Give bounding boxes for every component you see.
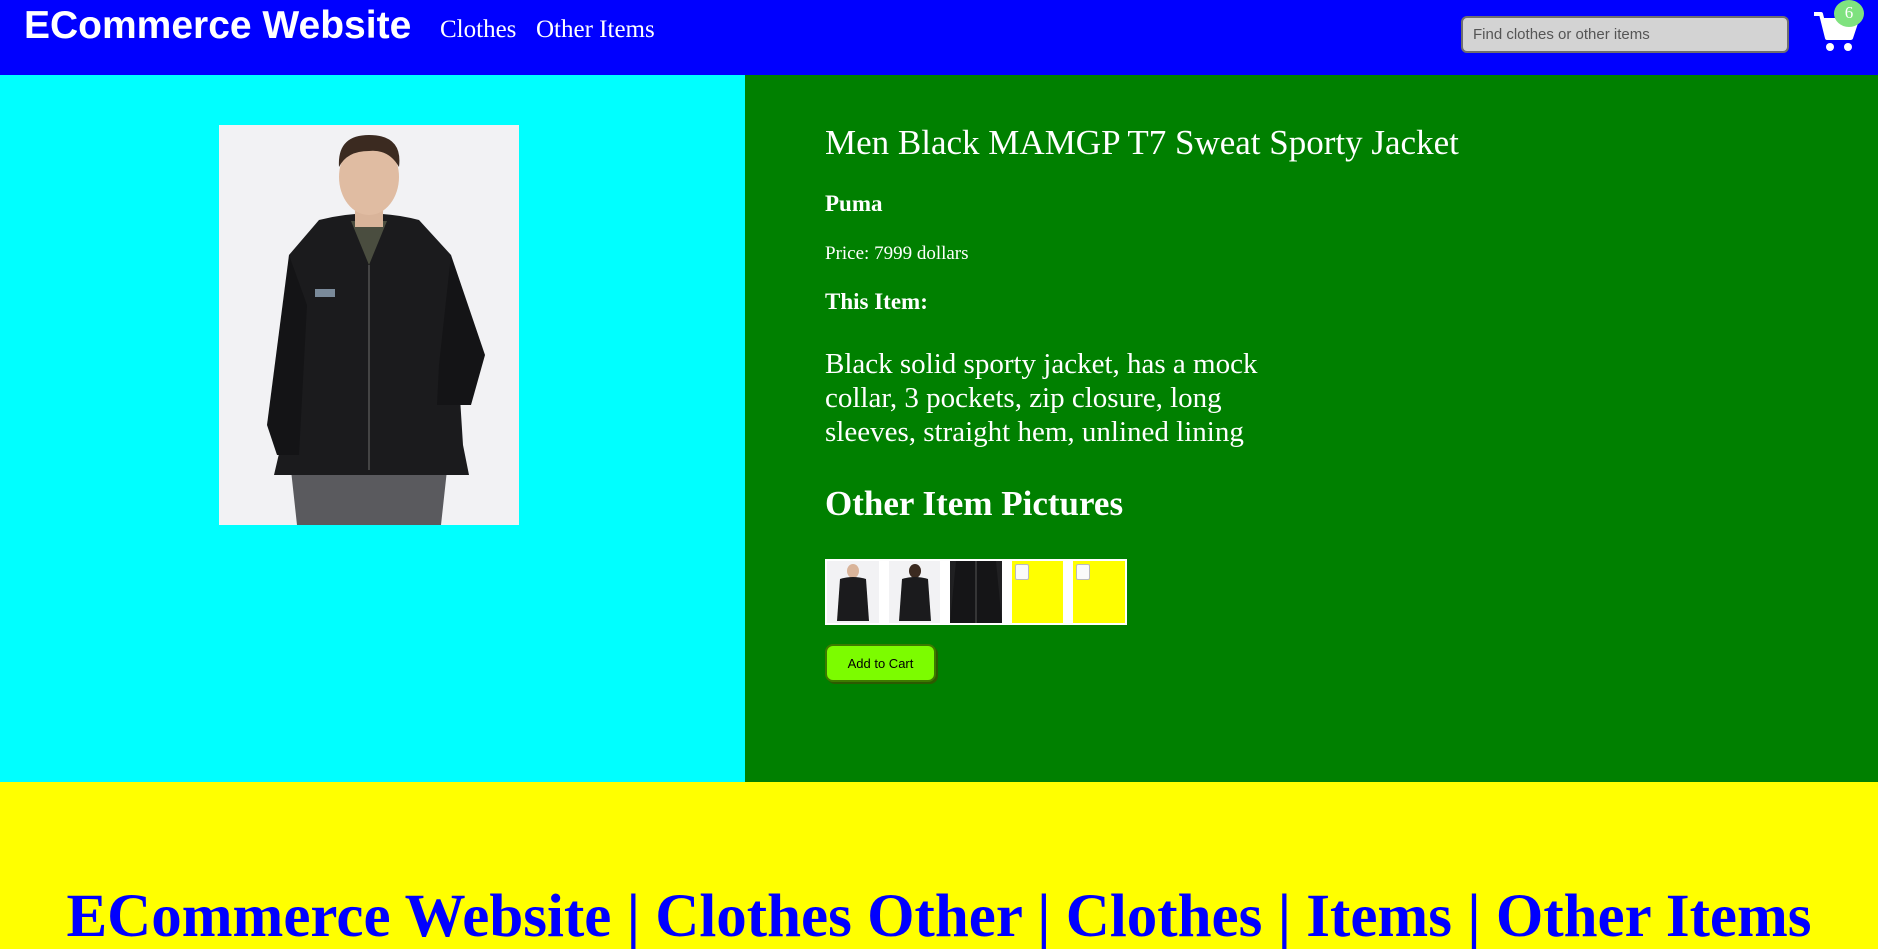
- product-price: Price: 7999 dollars: [825, 243, 969, 264]
- cart-count-badge: 6: [1834, 0, 1864, 27]
- brand-link[interactable]: ECommerce Website: [24, 4, 411, 48]
- this-item-label: This Item:: [825, 289, 928, 314]
- nav-link-other-items[interactable]: Other Items: [536, 16, 655, 44]
- nav-link-clothes[interactable]: Clothes: [440, 16, 516, 44]
- add-to-cart-button[interactable]: Add to Cart: [825, 644, 936, 682]
- product-brand: Puma: [825, 191, 883, 216]
- thumbnail-4[interactable]: [1011, 561, 1064, 623]
- footer-links[interactable]: ECommerce Website | Clothes Other | Clot…: [0, 882, 1878, 952]
- product-image-panel: [0, 75, 745, 782]
- thumbnail-2[interactable]: [888, 561, 941, 623]
- jacket-photo: [219, 125, 519, 525]
- footer: ECommerce Website | Clothes Other | Clot…: [0, 782, 1878, 952]
- product-details-panel: Men Black MAMGP T7 Sweat Sporty Jacket P…: [745, 75, 1878, 782]
- product-title: Men Black MAMGP T7 Sweat Sporty Jacket: [825, 123, 1459, 162]
- thumbnail-strip: [825, 559, 1127, 625]
- product-main-image: [219, 125, 519, 525]
- thumbnail-5[interactable]: [1073, 561, 1125, 623]
- product-description: Black solid sporty jacket, has a mock co…: [825, 348, 1258, 448]
- top-navbar: ECommerce Website Clothes Other Items 6: [0, 0, 1878, 75]
- other-pictures-heading: Other Item Pictures: [825, 484, 1124, 523]
- thumbnail-3[interactable]: [950, 561, 1002, 623]
- thumbnail-1[interactable]: [827, 561, 879, 623]
- search-input[interactable]: [1461, 16, 1789, 53]
